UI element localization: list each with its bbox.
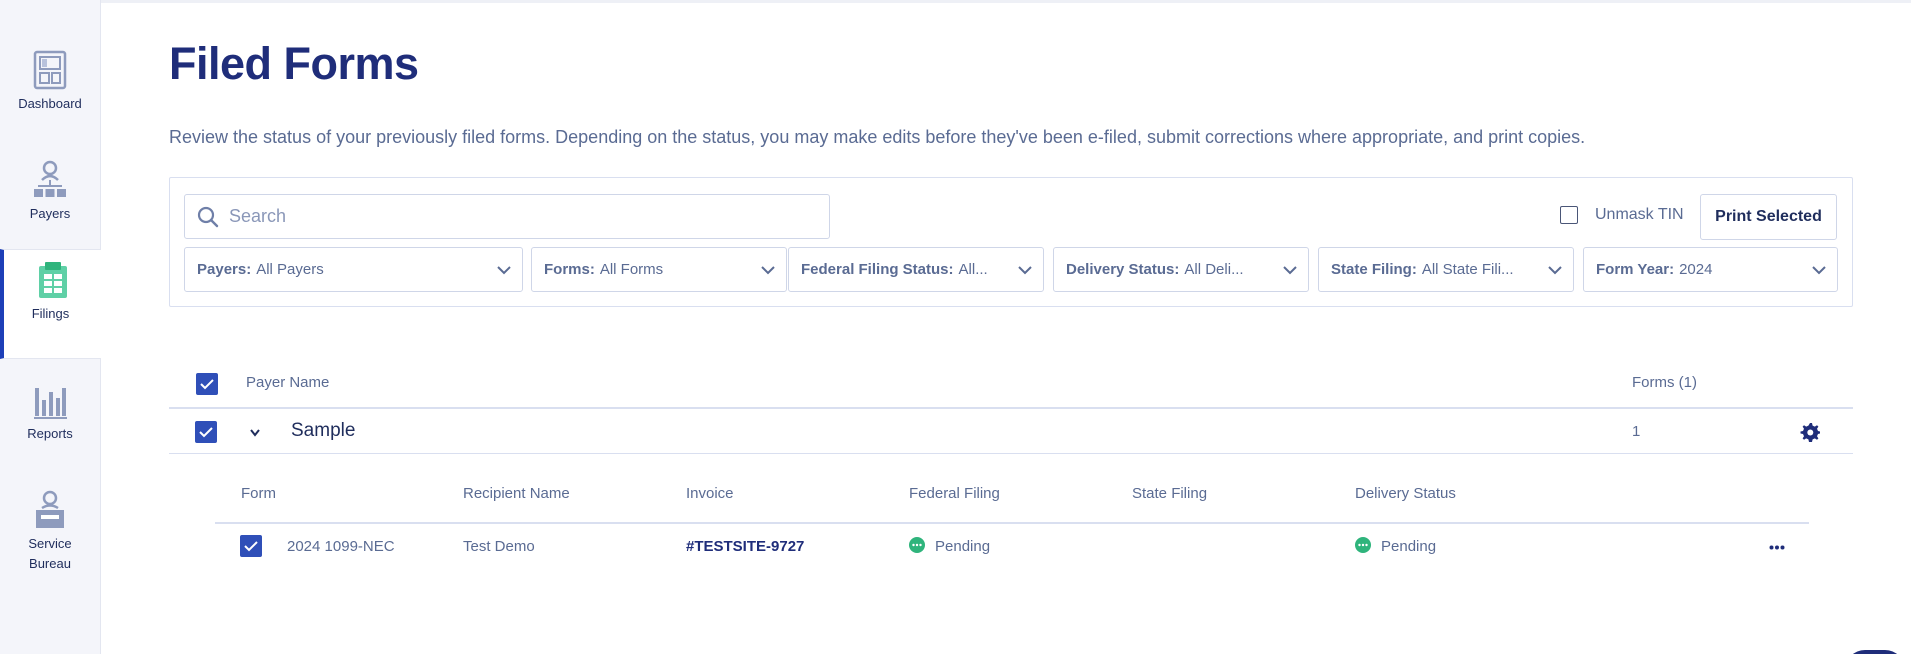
column-header-invoice[interactable]: Invoice	[686, 485, 734, 502]
recipient-name: Test Demo	[463, 538, 535, 555]
sidebar-item-service-bureau[interactable]: Service Bureau	[0, 480, 100, 590]
forms-filter-dropdown[interactable]: Forms: All Forms	[531, 247, 787, 292]
dropdown-key: Form Year:	[1596, 261, 1675, 278]
status-text: Pending	[1381, 538, 1437, 555]
chevron-down-icon[interactable]	[249, 428, 261, 438]
sidebar-item-filings[interactable]: Filings	[0, 249, 101, 359]
gear-icon[interactable]	[1800, 422, 1820, 442]
invoice-link[interactable]: #TESTSITE-9727	[686, 538, 804, 555]
bar-chart-icon	[33, 370, 67, 420]
sidebar-item-label: Payers	[29, 206, 71, 221]
search-input[interactable]	[229, 206, 809, 227]
form-year-dropdown[interactable]: Form Year: 2024	[1583, 247, 1838, 292]
dashboard-icon	[33, 40, 67, 90]
page-title: Filed Forms	[169, 38, 419, 89]
chevron-down-icon	[1812, 266, 1826, 275]
unmask-tin-toggle[interactable]: Unmask TIN	[1560, 206, 1684, 224]
sidebar-item-dashboard[interactable]: Dashboard	[0, 40, 100, 150]
sidebar-item-payers[interactable]: Payers	[0, 150, 100, 260]
federal-filing-status-dropdown[interactable]: Federal Filing Status: All...	[788, 247, 1044, 292]
chevron-down-icon	[1548, 266, 1562, 275]
unmask-tin-checkbox[interactable]	[1560, 206, 1578, 224]
dropdown-key: Payers:	[197, 261, 252, 278]
payers-filter-dropdown[interactable]: Payers: All Payers	[184, 247, 523, 292]
dropdown-value: All Payers	[256, 261, 324, 278]
search-box[interactable]	[184, 194, 830, 239]
pending-status-icon	[1355, 536, 1371, 553]
state-filing-dropdown[interactable]: State Filing: All State Fili...	[1318, 247, 1574, 292]
org-chart-icon	[33, 150, 67, 200]
column-header-form[interactable]: Form	[241, 485, 276, 502]
sidebar-item-label: Dashboard	[18, 96, 82, 111]
service-bureau-icon	[33, 480, 67, 530]
dropdown-key: Forms:	[544, 261, 595, 278]
form-type: 2024 1099-NEC	[287, 538, 395, 555]
sidebar: Dashboard Payers Filings Reports Service…	[0, 0, 101, 654]
column-header-federal-filing[interactable]: Federal Filing	[909, 485, 1000, 502]
payer-forms-count: 1	[1632, 423, 1641, 440]
payer-name: Sample	[291, 420, 356, 441]
more-options-icon[interactable]	[1769, 545, 1785, 550]
chevron-down-icon	[497, 266, 511, 275]
column-header-delivery-status[interactable]: Delivery Status	[1355, 485, 1456, 502]
dropdown-key: State Filing:	[1331, 261, 1417, 278]
column-header-state-filing[interactable]: State Filing	[1132, 485, 1207, 502]
sidebar-item-reports[interactable]: Reports	[0, 370, 100, 480]
sidebar-item-label: Reports	[27, 426, 73, 441]
table-row[interactable]: 2024 1099-NEC Test Demo #TESTSITE-9727 P…	[215, 525, 1809, 569]
page-description: Review the status of your previously fil…	[169, 127, 1586, 147]
dropdown-value: 2024	[1679, 261, 1713, 278]
check-icon	[244, 541, 258, 552]
column-header-recipient-name[interactable]: Recipient Name	[463, 485, 570, 502]
payer-row-checkbox[interactable]	[195, 421, 217, 443]
chevron-down-icon	[761, 266, 775, 275]
federal-filing-status: Pending	[909, 536, 991, 555]
sidebar-item-label: Filings	[31, 306, 70, 321]
print-selected-button[interactable]: Print Selected	[1700, 194, 1837, 240]
form-row-checkbox[interactable]	[240, 535, 262, 557]
column-header-forms[interactable]: Forms (1)	[1632, 374, 1697, 391]
top-border	[0, 0, 1911, 3]
chevron-down-icon	[1283, 266, 1297, 275]
forms-sub-header: Form Recipient Name Invoice Federal Fili…	[215, 478, 1809, 524]
chat-widget-button[interactable]	[1845, 650, 1905, 654]
chevron-down-icon	[1018, 266, 1032, 275]
delivery-status: Pending	[1355, 536, 1437, 555]
delivery-status-dropdown[interactable]: Delivery Status: All Deli...	[1053, 247, 1309, 292]
sidebar-item-label: Service Bureau	[28, 536, 72, 571]
dropdown-value: All State Fili...	[1421, 261, 1514, 278]
dropdown-value: All...	[958, 261, 988, 278]
check-icon	[199, 427, 213, 438]
status-text: Pending	[935, 538, 991, 555]
dropdown-value: All Deli...	[1184, 261, 1244, 278]
select-all-checkbox[interactable]	[196, 373, 218, 395]
pending-status-icon	[909, 536, 925, 553]
column-header-payer-name[interactable]: Payer Name	[246, 374, 329, 391]
filings-icon	[36, 250, 70, 300]
dropdown-key: Federal Filing Status:	[801, 261, 954, 278]
dropdown-value: All Forms	[599, 261, 664, 278]
table-header: Payer Name Forms (1)	[169, 365, 1853, 409]
filter-panel: Unmask TIN Print Selected Payers: All Pa…	[169, 177, 1853, 307]
search-icon	[197, 206, 219, 227]
check-icon	[200, 379, 214, 390]
dropdown-key: Delivery Status:	[1066, 261, 1180, 278]
unmask-tin-label: Unmask TIN	[1595, 206, 1684, 223]
payer-row[interactable]: Sample 1	[169, 410, 1853, 454]
